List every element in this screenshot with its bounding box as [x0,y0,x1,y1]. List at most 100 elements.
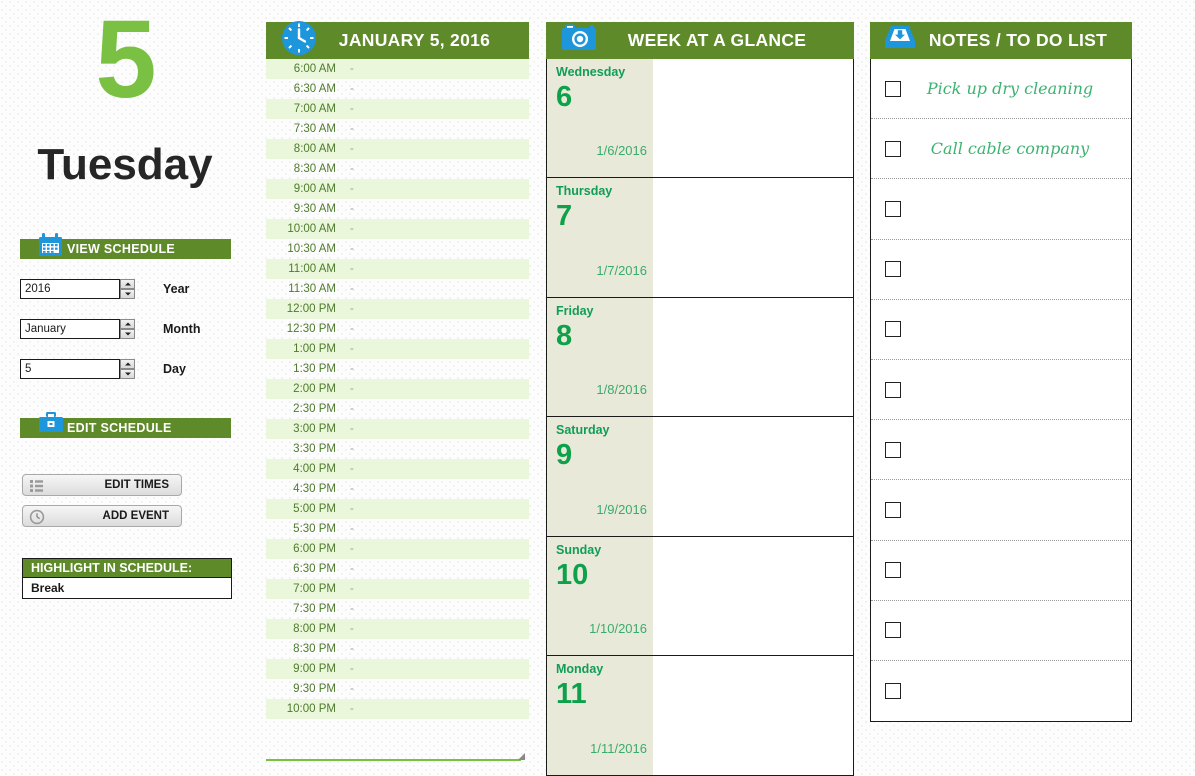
schedule-row-event[interactable]: - [342,583,529,595]
schedule-row[interactable]: 7:00 AM - [266,99,529,119]
schedule-row[interactable]: 8:00 AM - [266,139,529,159]
schedule-row[interactable]: 6:00 PM - [266,539,529,559]
schedule-row-event[interactable]: - [342,303,529,315]
day-stepper[interactable]: 5 Day [20,359,186,381]
day-spin-buttons[interactable] [120,359,135,379]
note-checkbox[interactable] [885,200,901,217]
schedule-row[interactable]: 10:00 AM - [266,219,529,239]
schedule-row-event[interactable]: - [342,103,529,115]
schedule-row[interactable]: 3:00 PM - [266,419,529,439]
edit-schedule-bar[interactable]: EDIT SCHEDULE [20,412,231,438]
schedule-row[interactable]: 2:00 PM - [266,379,529,399]
highlight-value-input[interactable]: Break [22,578,232,599]
schedule-row-event[interactable]: - [342,503,529,515]
schedule-row-event[interactable]: - [342,483,529,495]
schedule-row-event[interactable]: - [342,163,529,175]
schedule-row-event[interactable]: - [342,383,529,395]
schedule-row-event[interactable]: - [342,563,529,575]
note-checkbox[interactable] [885,381,901,398]
month-input[interactable]: January [20,319,120,339]
note-checkbox[interactable] [885,622,901,639]
day-increment-button[interactable] [120,359,135,369]
week-row-note-area[interactable] [653,297,853,417]
note-checkbox[interactable] [885,80,901,97]
schedule-row[interactable]: 2:30 PM - [266,399,529,419]
note-text[interactable]: Pick up dry cleaning [901,79,1131,98]
schedule-row-event[interactable]: - [342,283,529,295]
schedule-row-event[interactable]: - [342,403,529,415]
schedule-row[interactable]: 1:00 PM - [266,339,529,359]
schedule-row[interactable]: 8:30 AM - [266,159,529,179]
schedule-row-event[interactable]: - [342,323,529,335]
schedule-row-event[interactable]: - [342,143,529,155]
schedule-row-event[interactable]: - [342,223,529,235]
schedule-row[interactable]: 6:30 PM - [266,559,529,579]
schedule-row[interactable]: 9:00 PM - [266,659,529,679]
year-input[interactable]: 2016 [20,279,120,299]
schedule-row[interactable]: 3:30 PM - [266,439,529,459]
year-spin-buttons[interactable] [120,279,135,299]
schedule-row-event[interactable]: - [342,123,529,135]
note-checkbox[interactable] [885,501,901,518]
year-increment-button[interactable] [120,279,135,289]
schedule-row[interactable]: 12:00 PM - [266,299,529,319]
schedule-row-event[interactable]: - [342,603,529,615]
resize-handle[interactable] [518,753,525,760]
schedule-row[interactable]: 1:30 PM - [266,359,529,379]
schedule-row-event[interactable]: - [342,423,529,435]
view-schedule-bar[interactable]: VIEW SCHEDULE [20,233,231,259]
week-row-note-area[interactable] [653,655,853,776]
schedule-row[interactable]: 11:00 AM - [266,259,529,279]
week-row-note-area[interactable] [653,417,853,536]
schedule-row-event[interactable]: - [342,443,529,455]
schedule-row[interactable]: 5:00 PM - [266,499,529,519]
note-checkbox[interactable] [885,682,901,699]
day-decrement-button[interactable] [120,369,135,379]
month-spin-buttons[interactable] [120,319,135,339]
schedule-row[interactable]: 9:30 AM - [266,199,529,219]
schedule-row[interactable]: 11:30 AM - [266,279,529,299]
schedule-row-event[interactable]: - [342,183,529,195]
schedule-row-event[interactable]: - [342,543,529,555]
week-row-note-area[interactable] [653,59,853,178]
schedule-row[interactable]: 10:30 AM - [266,239,529,259]
week-row-note-area[interactable] [653,178,853,297]
note-text[interactable]: Call cable company [901,139,1131,158]
note-checkbox[interactable] [885,140,901,157]
schedule-row[interactable]: 10:00 PM - [266,699,529,719]
schedule-row-event[interactable]: - [342,83,529,95]
month-decrement-button[interactable] [120,329,135,339]
schedule-row[interactable]: 8:00 PM - [266,619,529,639]
schedule-row-event[interactable]: - [342,523,529,535]
note-checkbox[interactable] [885,441,901,458]
month-increment-button[interactable] [120,319,135,329]
schedule-row[interactable]: 6:00 AM - [266,59,529,79]
month-stepper[interactable]: January Month [20,319,200,341]
schedule-row[interactable]: 7:30 AM - [266,119,529,139]
schedule-row-event[interactable]: - [342,663,529,675]
year-stepper[interactable]: 2016 Year [20,279,189,301]
note-checkbox[interactable] [885,261,901,278]
schedule-row[interactable]: 12:30 PM - [266,319,529,339]
schedule-row-event[interactable]: - [342,463,529,475]
schedule-row[interactable]: 8:30 PM - [266,639,529,659]
schedule-row-event[interactable]: - [342,703,529,715]
note-checkbox[interactable] [885,321,901,338]
schedule-row-event[interactable]: - [342,623,529,635]
schedule-row[interactable]: 7:30 PM - [266,599,529,619]
schedule-row-event[interactable]: - [342,203,529,215]
schedule-row[interactable]: 4:30 PM - [266,479,529,499]
schedule-row[interactable]: 9:30 PM - [266,679,529,699]
schedule-row[interactable]: 9:00 AM - [266,179,529,199]
year-decrement-button[interactable] [120,289,135,299]
schedule-row-event[interactable]: - [342,343,529,355]
note-checkbox[interactable] [885,562,901,579]
schedule-row-event[interactable]: - [342,643,529,655]
schedule-row-event[interactable]: - [342,683,529,695]
schedule-row[interactable]: 7:00 PM - [266,579,529,599]
schedule-row-event[interactable]: - [342,263,529,275]
schedule-row[interactable]: 5:30 PM - [266,519,529,539]
schedule-row-event[interactable]: - [342,243,529,255]
edit-times-button[interactable]: EDIT TIMES [22,474,182,496]
schedule-row[interactable]: 6:30 AM - [266,79,529,99]
